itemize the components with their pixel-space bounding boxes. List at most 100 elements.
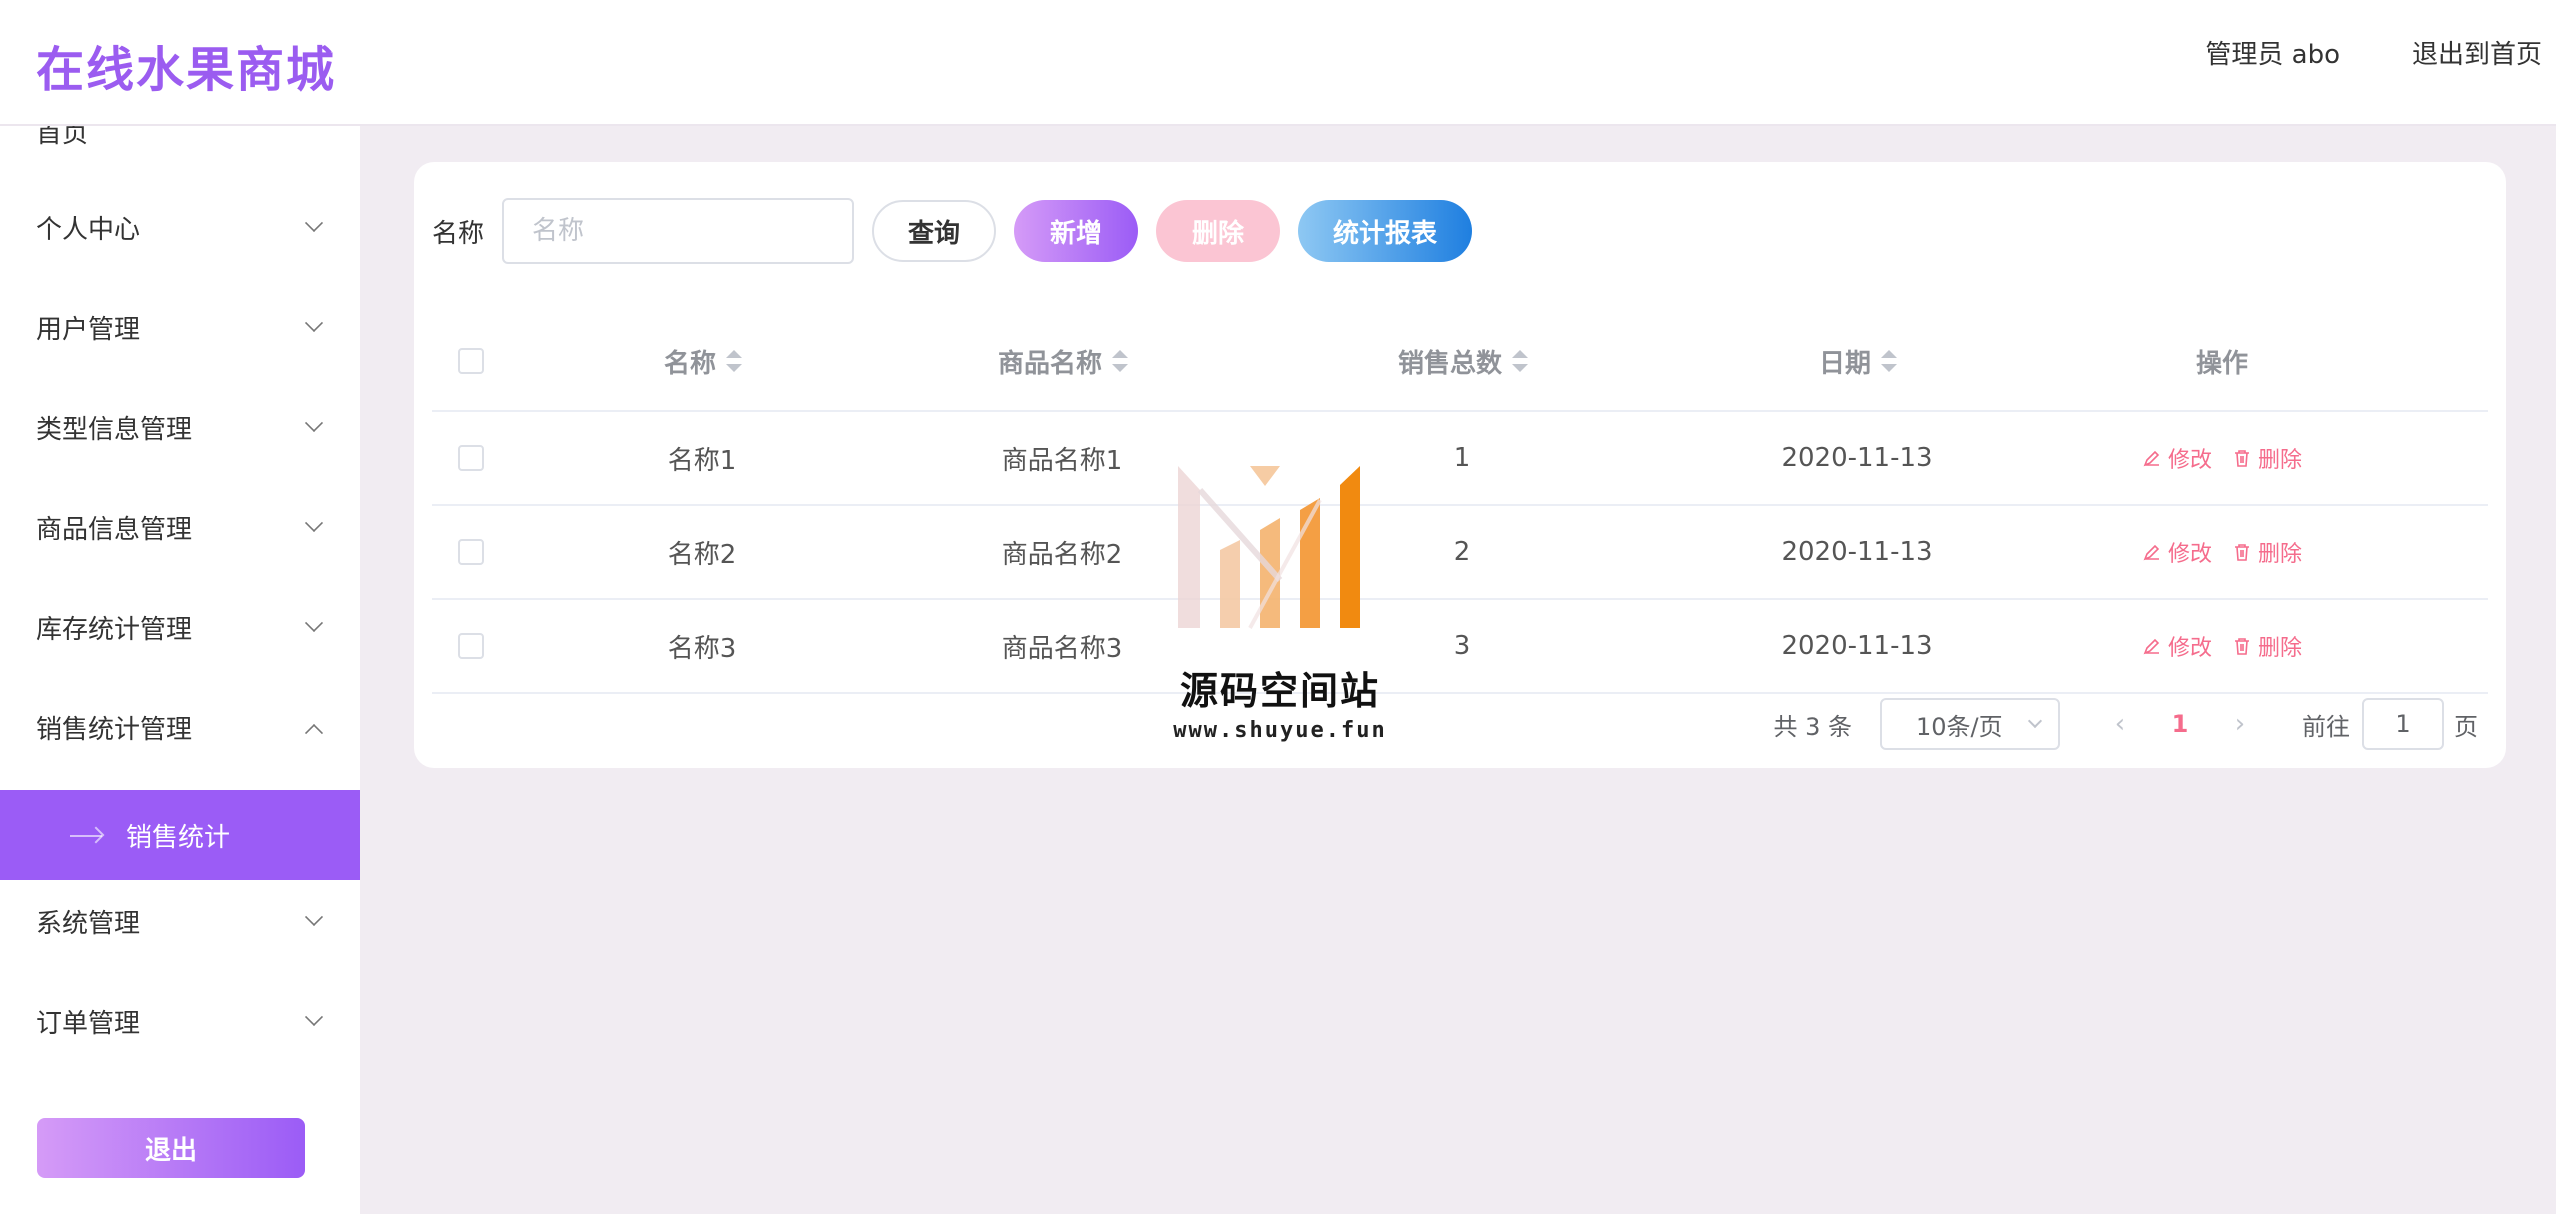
query-button[interactable]: 查询 xyxy=(872,200,997,262)
app-logo: 在线水果商城 xyxy=(36,42,337,98)
sidebar-subitem-label: 销售统计 xyxy=(126,822,231,853)
exit-home-link[interactable]: 退出到首页 xyxy=(2412,34,2542,71)
sidebar-item-types[interactable]: 类型信息管理 xyxy=(0,382,360,472)
chevron-down-icon xyxy=(304,513,324,533)
search-input[interactable] xyxy=(502,198,855,264)
cell-total: 1 xyxy=(1453,443,1471,473)
sidebar-item-label: 商品信息管理 xyxy=(36,514,193,545)
cell-ops: 修改 删除 xyxy=(2072,412,2372,504)
delete-button[interactable]: 删除 xyxy=(2232,536,2302,568)
delete-button[interactable]: 删除 xyxy=(2232,442,2302,474)
sidebar-item-label: 系统管理 xyxy=(36,908,141,939)
search-bar: 名称 查询 新增 删除 统计报表 xyxy=(432,198,1473,264)
prev-page-button[interactable]: ‹ xyxy=(2090,698,2150,750)
add-button[interactable]: 新增 xyxy=(1014,200,1139,262)
trash-icon xyxy=(2235,544,2249,561)
sidebar-item-label: 库存统计管理 xyxy=(36,614,193,645)
header-label: 日期 xyxy=(1818,348,1871,379)
sort-icon[interactable] xyxy=(726,350,742,372)
sidebar-item-stock[interactable]: 库存统计管理 xyxy=(0,582,360,672)
chevron-down-icon xyxy=(304,907,324,927)
sort-icon[interactable] xyxy=(1112,350,1128,372)
header-label: 销售总数 xyxy=(1397,348,1502,379)
table-row: 名称3 商品名称3 3 2020-11-13 修改 删除 xyxy=(432,600,2488,694)
goto-page-input[interactable] xyxy=(2362,698,2444,750)
header-goods[interactable]: 商品名称 xyxy=(902,312,1222,410)
table-header-row: 名称 商品名称 销售总数 日期 操作 xyxy=(432,312,2488,412)
edit-button[interactable]: 修改 xyxy=(2142,536,2212,568)
cell-goods: 商品名称2 xyxy=(1001,539,1123,570)
report-button[interactable]: 统计报表 xyxy=(1298,200,1473,262)
table-row: 名称2 商品名称2 2 2020-11-13 修改 删除 xyxy=(432,506,2488,600)
sidebar-item-label: 订单管理 xyxy=(36,1008,141,1039)
header-label: 名称 xyxy=(663,348,716,379)
cell-date: 2020-11-13 xyxy=(1781,537,1933,567)
chevron-down-icon xyxy=(304,613,324,633)
cell-ops: 修改 删除 xyxy=(2072,506,2372,598)
delete-label: 删除 xyxy=(2258,542,2303,567)
delete-label: 删除 xyxy=(2258,636,2303,661)
page-number-current[interactable]: 1 xyxy=(2150,710,2210,738)
row-checkbox-cell xyxy=(446,600,496,692)
select-all-checkbox[interactable] xyxy=(458,348,484,374)
edit-label: 修改 xyxy=(2167,542,2212,567)
edit-label: 修改 xyxy=(2167,448,2212,473)
goto-label: 前往 xyxy=(2302,712,2350,741)
sort-icon[interactable] xyxy=(1512,350,1528,372)
page-size-value: 10条/页 xyxy=(1916,712,2003,741)
sidebar-item-label: 用户管理 xyxy=(36,314,141,345)
sidebar-item-home[interactable]: 首页 xyxy=(0,126,360,176)
sidebar-item-profile[interactable]: 个人中心 xyxy=(0,182,360,272)
header-name[interactable]: 名称 xyxy=(562,312,842,410)
header-date[interactable]: 日期 xyxy=(1682,312,2032,410)
next-page-button[interactable]: › xyxy=(2210,698,2270,750)
row-checkbox[interactable] xyxy=(458,445,484,471)
content-card: 名称 查询 新增 删除 统计报表 名称 商品名称 销售总数 日期 操作 名称1 … xyxy=(414,162,2506,768)
delete-label: 删除 xyxy=(2258,448,2303,473)
sidebar-item-system[interactable]: 系统管理 xyxy=(0,876,360,966)
cell-total: 2 xyxy=(1453,537,1471,567)
chevron-down-icon xyxy=(304,1007,324,1027)
admin-label: 管理员 abo xyxy=(2205,40,2340,70)
edit-label: 修改 xyxy=(2167,636,2212,661)
header-label: 商品名称 xyxy=(997,348,1102,379)
cell-total: 3 xyxy=(1453,631,1471,661)
sidebar-item-users[interactable]: 用户管理 xyxy=(0,282,360,372)
sidebar-subitem-sales-stats[interactable]: 销售统计 xyxy=(0,790,360,880)
header-actions: 管理员 abo 退出到首页 xyxy=(2205,34,2542,71)
edit-icon xyxy=(2143,638,2160,655)
header-total[interactable]: 销售总数 xyxy=(1312,312,1612,410)
row-checkbox-cell xyxy=(446,506,496,598)
sort-icon[interactable] xyxy=(1881,350,1897,372)
row-checkbox[interactable] xyxy=(458,633,484,659)
pagination: 共 3 条 10条/页 ‹ 1 › 前往 页 xyxy=(1773,698,2478,750)
edit-icon xyxy=(2143,544,2160,561)
goto-suffix: 页 xyxy=(2454,712,2478,741)
cell-name: 名称1 xyxy=(667,445,737,476)
arrow-right-icon xyxy=(70,835,102,837)
chevron-down-icon xyxy=(304,313,324,333)
chevron-down-icon xyxy=(304,213,324,233)
page-size-select[interactable]: 10条/页 xyxy=(1880,698,2060,750)
sidebar-item-sales[interactable]: 销售统计管理 xyxy=(0,682,360,772)
trash-icon xyxy=(2235,450,2249,467)
row-checkbox[interactable] xyxy=(458,539,484,565)
delete-button[interactable]: 删除 xyxy=(2232,630,2302,662)
chevron-down-icon xyxy=(304,413,324,433)
batch-delete-button[interactable]: 删除 xyxy=(1156,200,1281,262)
edit-icon xyxy=(2143,450,2160,467)
cell-date: 2020-11-13 xyxy=(1781,631,1933,661)
sidebar-item-orders[interactable]: 订单管理 xyxy=(0,976,360,1066)
sidebar-item-goods[interactable]: 商品信息管理 xyxy=(0,482,360,572)
header-ops: 操作 xyxy=(2072,312,2372,410)
top-header: 在线水果商城 管理员 abo 退出到首页 xyxy=(0,0,2556,126)
logout-button[interactable]: 退出 xyxy=(37,1118,305,1178)
pagination-total: 共 3 条 xyxy=(1773,712,1852,741)
chevron-down-icon xyxy=(2027,713,2043,729)
edit-button[interactable]: 修改 xyxy=(2142,442,2212,474)
chevron-up-icon xyxy=(304,723,324,743)
row-checkbox-cell xyxy=(446,412,496,504)
search-label: 名称 xyxy=(432,218,485,249)
cell-ops: 修改 删除 xyxy=(2072,600,2372,692)
edit-button[interactable]: 修改 xyxy=(2142,630,2212,662)
